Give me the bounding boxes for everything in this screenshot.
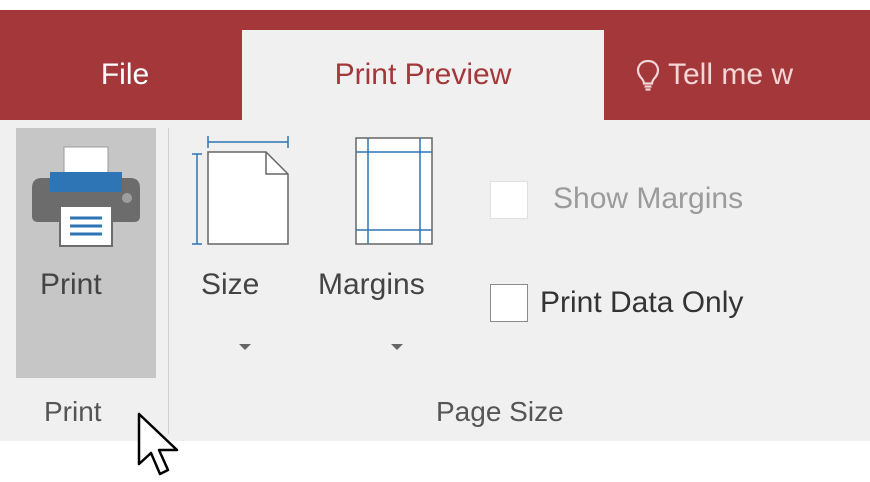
title-bar-strip (0, 0, 870, 10)
tab-print-preview[interactable]: Print Preview (242, 30, 604, 120)
printer-icon (32, 146, 140, 247)
page-size-icon[interactable] (188, 134, 292, 246)
group-label-print: Print (44, 396, 102, 427)
show-margins-label: Show Margins (553, 182, 744, 215)
ribbon-panel: Print Size Margins Show Margins Print Da… (0, 120, 870, 476)
print-data-only-label: Print Data Only (540, 286, 744, 319)
print-data-only-checkbox[interactable] (490, 284, 528, 322)
group-divider (168, 128, 169, 434)
margins-icon[interactable] (352, 134, 436, 246)
ribbon-tab-bar: File Print Preview Tell me w (0, 10, 870, 120)
mouse-pointer-icon (137, 412, 179, 476)
tab-file[interactable]: File (60, 30, 190, 120)
margins-button-label: Margins (318, 268, 425, 301)
lightbulb-icon (636, 59, 660, 91)
tell-me-label: Tell me w (668, 58, 794, 91)
size-dropdown-arrow-icon[interactable] (239, 344, 251, 350)
show-margins-checkbox[interactable] (490, 181, 528, 219)
print-button-label: Print (40, 268, 102, 301)
margins-dropdown-arrow-icon[interactable] (391, 344, 403, 350)
group-label-page-size: Page Size (436, 396, 564, 427)
tell-me-search[interactable]: Tell me w (636, 30, 870, 120)
size-button-label: Size (201, 268, 260, 301)
